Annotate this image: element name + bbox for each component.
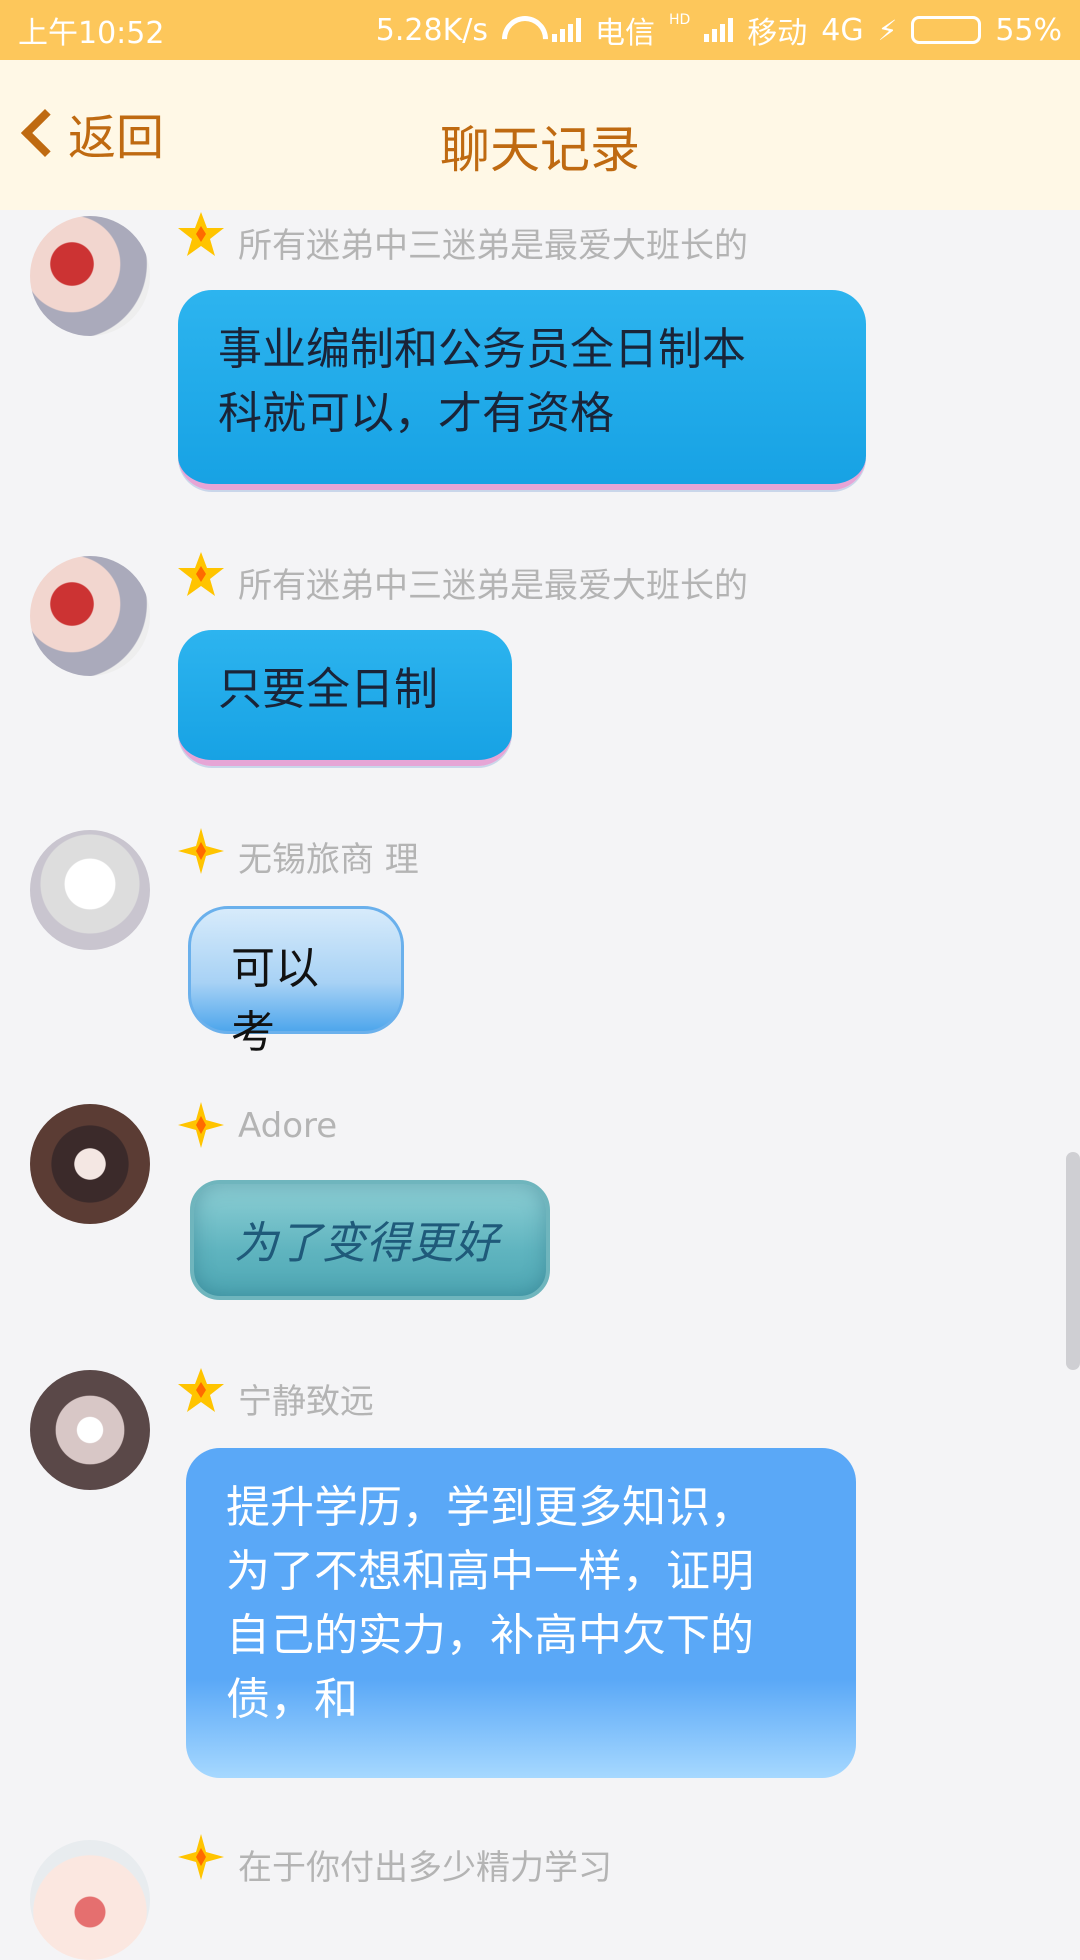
- star-badge-icon: [178, 552, 224, 596]
- couple-anime-avatar[interactable]: [30, 216, 150, 336]
- message-item: 宁静致远 提升学历，学到更多知识， 为了不想和高中一样，证明 自己的实力，补高中…: [0, 1366, 1080, 1786]
- message-item: Adore 为了变得更好: [0, 1100, 1080, 1340]
- girl-white-dress-avatar[interactable]: [30, 1370, 150, 1490]
- status-time: 上午10:52: [18, 16, 165, 51]
- carrier-2: 移动: [747, 16, 808, 51]
- message-item: 所有迷弟中三迷弟是最爱大班长的 只要全日制: [0, 550, 1080, 780]
- message-bubble[interactable]: 提升学历，学到更多知识， 为了不想和高中一样，证明 自己的实力，补高中欠下的 债…: [186, 1448, 856, 1778]
- signal-icon: [551, 18, 581, 42]
- carrier-1: 电信: [594, 16, 655, 51]
- charging-icon: ⚡: [877, 13, 898, 47]
- sender-name: 所有迷弟中三迷弟是最爱大班长的: [238, 226, 748, 266]
- battery-percent: 55%: [995, 12, 1062, 48]
- chat-history-header: 返回 聊天记录: [0, 60, 1080, 210]
- sender-name: 无锡旅商 理: [238, 840, 419, 880]
- diamond-badge-icon: [178, 828, 224, 874]
- message-text: 只要全日制: [218, 664, 438, 715]
- couple-anime-avatar[interactable]: [30, 556, 150, 676]
- sender-name: Adore: [238, 1106, 338, 1146]
- net-speed: 5.28K/s: [375, 12, 488, 48]
- page-title: 聊天记录: [440, 121, 640, 179]
- message-text: 提升学历，学到更多知识， 为了不想和高中一样，证明 自己的实力，补高中欠下的 债…: [226, 1482, 754, 1725]
- message-text: 可以考: [231, 943, 319, 1058]
- sender-name: 宁静致远: [238, 1382, 374, 1422]
- star-badge-icon: [178, 212, 224, 256]
- network-type: 4G: [821, 12, 864, 48]
- scrollbar-thumb[interactable]: [1066, 1152, 1080, 1370]
- sender-name: 所有迷弟中三迷弟是最爱大班长的: [238, 566, 748, 606]
- message-item: 所有迷弟中三迷弟是最爱大班长的 事业编制和公务员全日制本 科就可以，才有资格: [0, 210, 1080, 510]
- hd-badge: HD: [668, 12, 691, 28]
- girl-photo-avatar[interactable]: [30, 1104, 150, 1224]
- wifi-icon: [502, 16, 538, 44]
- star-badge-icon: [178, 1368, 224, 1412]
- diamond-badge-icon: [178, 1102, 224, 1148]
- message-text: 为了变得更好: [234, 1218, 498, 1269]
- sender-name: 在于你付出多少精力学习: [238, 1848, 612, 1888]
- signal-icon-2: [704, 18, 734, 42]
- cartoon-face-avatar[interactable]: [30, 1840, 150, 1960]
- message-bubble[interactable]: 事业编制和公务员全日制本 科就可以，才有资格: [178, 290, 866, 490]
- message-text: 事业编制和公务员全日制本 科就可以，才有资格: [218, 324, 746, 439]
- battery-icon: [911, 16, 982, 44]
- status-right: 5.28K/s 电信 HD 移动 4G ⚡ 55%: [376, 8, 1062, 52]
- message-bubble[interactable]: 为了变得更好: [190, 1180, 550, 1300]
- diamond-badge-icon: [178, 1834, 224, 1880]
- message-item: 在于你付出多少精力学习: [0, 1832, 1080, 1960]
- message-bubble[interactable]: 只要全日制: [178, 630, 512, 766]
- status-bar: 上午10:52 5.28K/s 电信 HD 移动 4G ⚡ 55%: [0, 0, 1080, 60]
- sketch-boy-avatar[interactable]: [30, 830, 150, 950]
- message-bubble[interactable]: 可以考: [188, 906, 404, 1058]
- message-item: 无锡旅商 理 可以考: [0, 826, 1080, 1058]
